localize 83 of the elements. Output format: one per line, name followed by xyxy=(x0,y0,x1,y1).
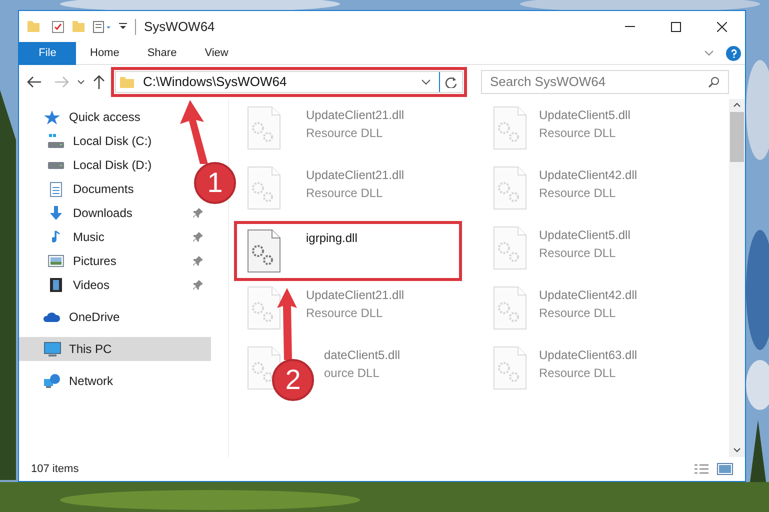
file-type: ource DLL xyxy=(324,365,380,382)
nav-item[interactable]: Network xyxy=(19,369,122,393)
search-field[interactable]: Search SysWOW64 xyxy=(481,70,729,94)
back-arrow-icon[interactable] xyxy=(27,76,42,88)
dll-file-icon xyxy=(247,106,281,150)
file-type: Resource DLL xyxy=(306,305,384,322)
file-type: Resource DLL xyxy=(306,125,384,142)
nav-item[interactable]: This PC xyxy=(19,337,211,361)
details-view-icon[interactable] xyxy=(694,464,709,474)
nav-item[interactable]: Quick access xyxy=(19,105,148,129)
dll-file-icon xyxy=(247,286,281,330)
dll-file-icon xyxy=(493,226,527,270)
network-icon xyxy=(44,374,60,388)
item-count: 107 items xyxy=(31,462,79,477)
file-name: UpdateClient42.dll xyxy=(539,167,638,184)
customize-toolbar-icon[interactable] xyxy=(119,23,127,30)
maximize-icon xyxy=(671,22,681,32)
nav-item[interactable]: Documents xyxy=(19,177,142,201)
dll-file-icon xyxy=(493,286,527,330)
search-icon[interactable] xyxy=(708,76,720,88)
window-title: SysWOW64 xyxy=(144,18,215,36)
nav-item[interactable]: Downloads xyxy=(19,201,211,225)
computer-icon xyxy=(44,342,60,356)
arrow xyxy=(277,288,297,360)
drive-icon xyxy=(48,134,64,148)
file-type: Resource DLL xyxy=(539,245,617,262)
file-name: UpdateClient5.dll xyxy=(539,227,630,244)
scrollbar-thumb[interactable] xyxy=(730,112,744,162)
ribbon-tab[interactable]: File xyxy=(19,42,76,64)
search-input[interactable]: Search SysWOW64 xyxy=(490,72,708,92)
up-arrow-icon[interactable] xyxy=(93,74,105,90)
dll-file-icon xyxy=(493,166,527,210)
refresh-icon[interactable] xyxy=(445,76,457,88)
file-type: Resource DLL xyxy=(306,185,384,202)
close-icon xyxy=(717,22,727,32)
dll-file-icon xyxy=(247,229,281,273)
file-name: UpdateClient63.dll xyxy=(539,347,638,364)
dll-file-icon xyxy=(247,166,281,210)
film-icon xyxy=(50,278,62,292)
dll-file-icon xyxy=(493,106,527,150)
nav-item[interactable]: Pictures xyxy=(19,249,211,273)
star-icon xyxy=(44,110,60,124)
ribbon-tab[interactable]: Share xyxy=(133,42,191,64)
download-arrow-icon xyxy=(50,206,62,220)
ribbon-tab[interactable]: View xyxy=(190,42,242,64)
nav-item[interactable]: Videos xyxy=(19,273,211,297)
nav-item[interactable]: Local Disk (C:) xyxy=(19,129,160,153)
file-name: UpdateClient21.dll xyxy=(306,107,404,124)
ribbon-tab[interactable]: Home xyxy=(76,42,134,64)
minimize-icon xyxy=(625,26,635,27)
file-name: UpdateClient21.dll xyxy=(306,167,404,184)
nav-item[interactable]: OneDrive xyxy=(19,305,128,329)
pictures-icon xyxy=(48,255,64,267)
file-name: dateClient5.dll xyxy=(324,347,400,364)
cloud-icon xyxy=(43,312,61,322)
chevron-icon[interactable] xyxy=(77,80,85,84)
drive-icon xyxy=(48,162,64,168)
dll-file-icon xyxy=(493,346,527,390)
nav-item[interactable]: Music xyxy=(19,225,211,249)
address-path: C:\Windows\SysWOW64 xyxy=(143,73,287,92)
file-name: igrping.dll xyxy=(306,230,358,247)
file-name: UpdateClient42.dll xyxy=(539,287,638,304)
folder-icon xyxy=(27,21,40,32)
document-icon xyxy=(50,182,62,196)
scrollbar[interactable] xyxy=(729,99,745,457)
folder-icon xyxy=(120,76,135,88)
view-options-icon[interactable] xyxy=(93,20,111,32)
checklist-icon[interactable] xyxy=(52,20,64,32)
file-type: Resource DLL xyxy=(539,365,617,382)
nav-item[interactable]: Local Disk (D:) xyxy=(19,153,160,177)
file-name: UpdateClient5.dll xyxy=(539,107,630,124)
chevron-icon[interactable] xyxy=(704,50,714,56)
file-type: Resource DLL xyxy=(539,125,617,142)
file-type: Resource DLL xyxy=(539,305,617,322)
file-type: Resource DLL xyxy=(539,185,617,202)
scroll-down-icon[interactable] xyxy=(733,448,741,453)
scroll-up-icon[interactable] xyxy=(733,103,741,108)
large-icons-view-icon[interactable] xyxy=(717,463,733,475)
music-note-icon xyxy=(52,230,60,244)
file-name: UpdateClient21.dll xyxy=(306,287,404,304)
address-field[interactable]: C:\Windows\SysWOW64 xyxy=(115,71,463,93)
help-icon[interactable] xyxy=(726,46,741,60)
chevron-icon[interactable] xyxy=(421,79,431,85)
